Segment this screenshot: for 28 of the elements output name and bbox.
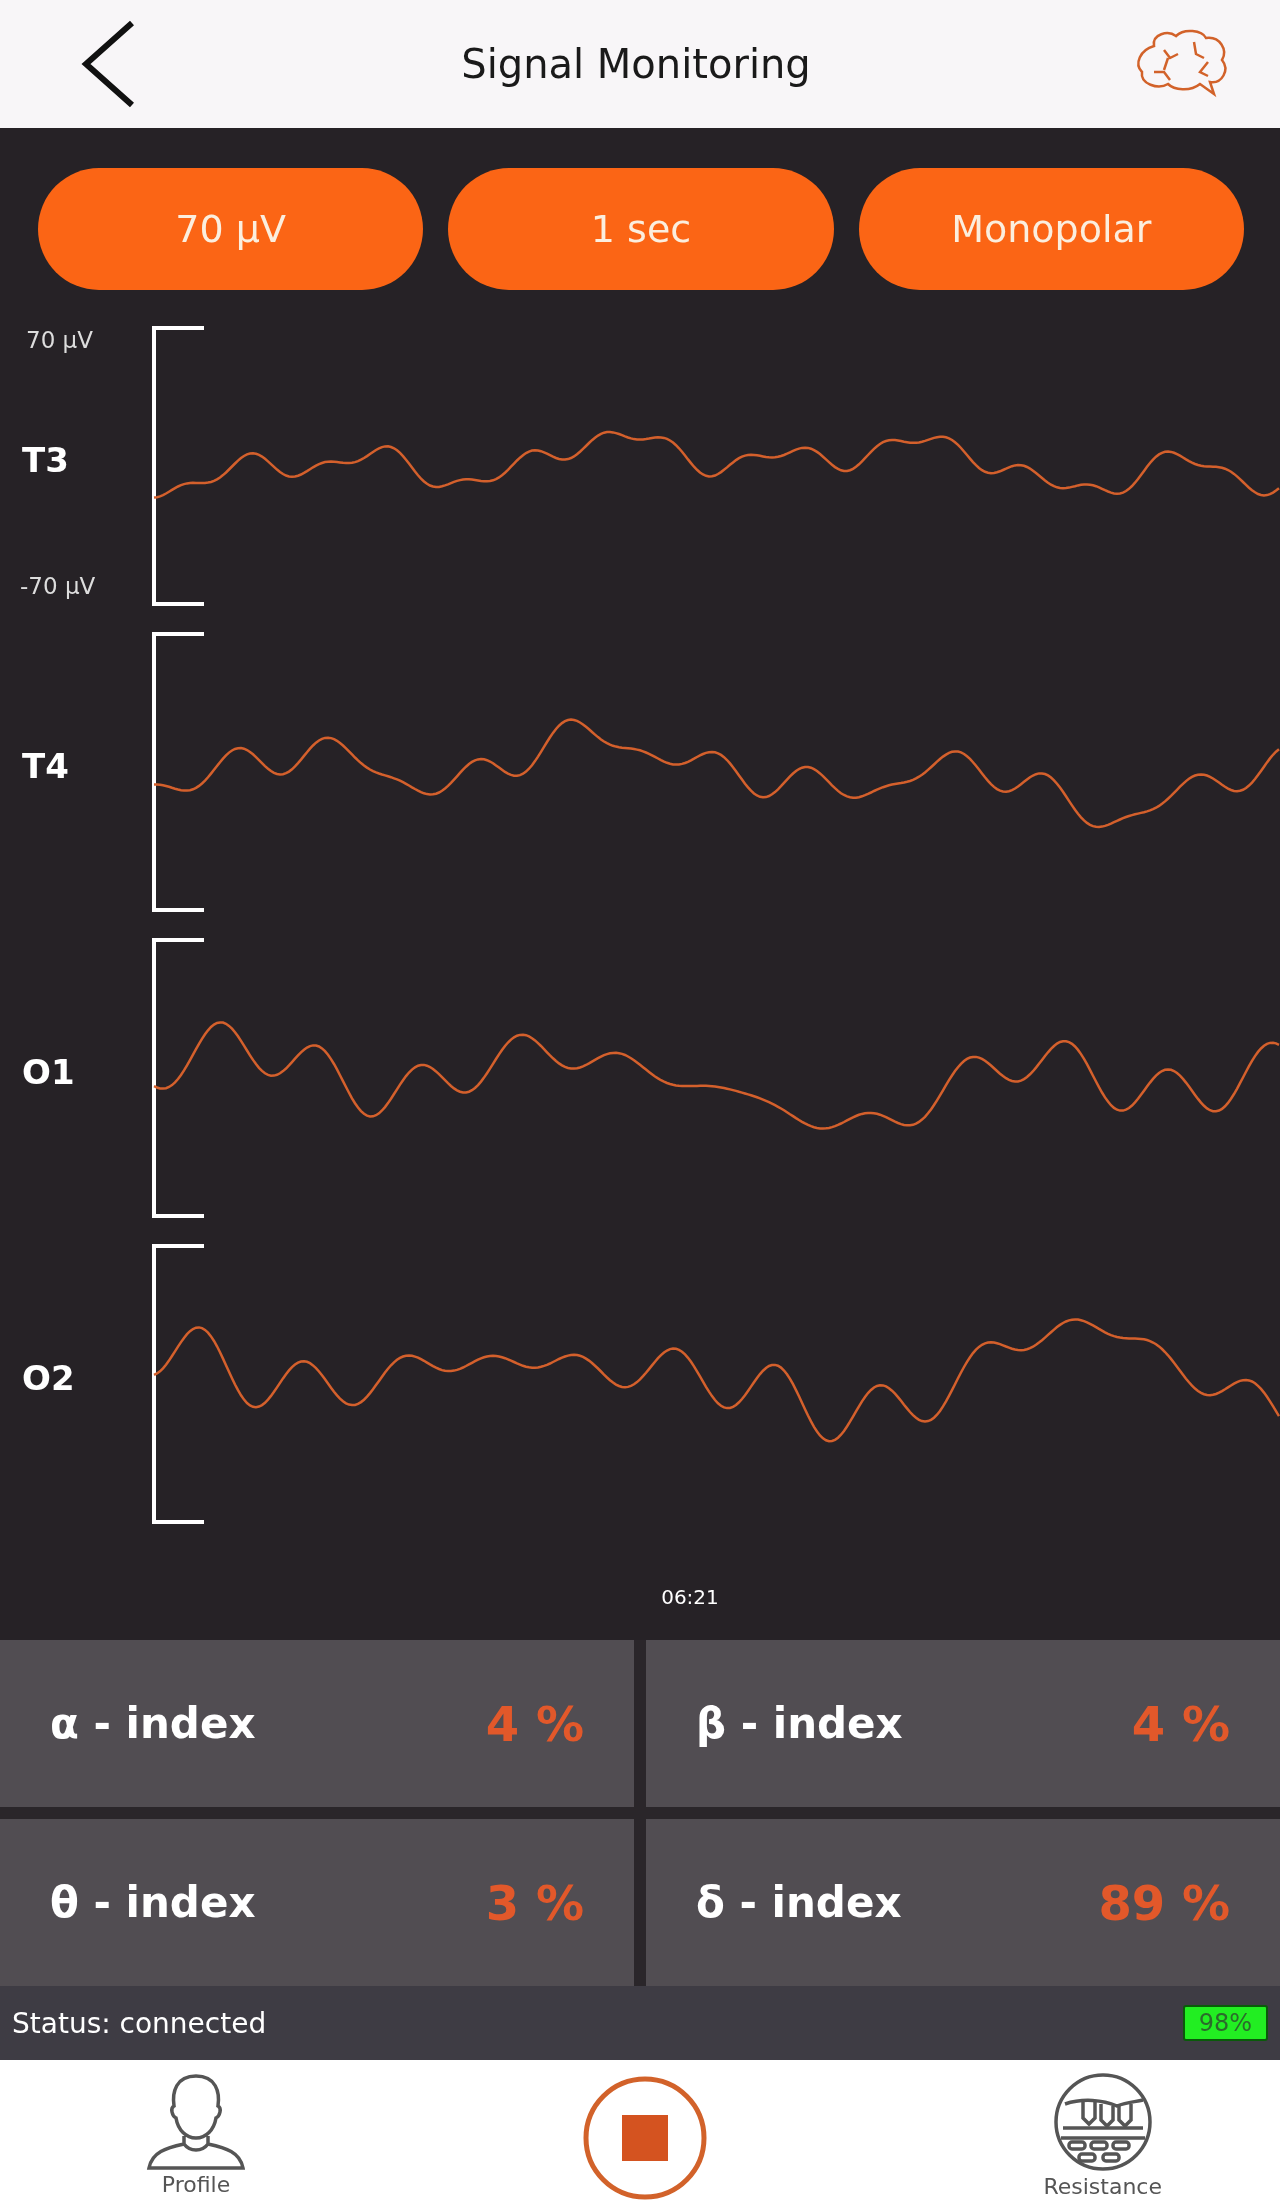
setting-button[interactable]: Monopolar: [858, 168, 1244, 290]
channel-label: T4: [22, 746, 69, 786]
channel-label: T3: [22, 440, 69, 480]
channel-label: O1: [22, 1052, 75, 1092]
setting-button[interactable]: 70 µV: [38, 168, 424, 290]
status-text: Status: connected: [12, 2006, 267, 2040]
index-value: 3 %: [485, 1874, 584, 1931]
index-value: 4 %: [1131, 1695, 1230, 1752]
scale-label: -70 µV: [20, 573, 96, 599]
profile-tab[interactable]: Profile: [146, 2060, 246, 2209]
index-label: β - index: [696, 1699, 903, 1748]
brain-icon: [1134, 28, 1230, 100]
index-value: 89 %: [1098, 1874, 1230, 1931]
index-value: 4 %: [485, 1695, 584, 1752]
setting-button[interactable]: 1 sec: [448, 168, 834, 290]
screen-title: Signal Monitoring: [461, 41, 811, 87]
channel-label: O2: [22, 1358, 75, 1398]
stop-icon: [581, 2075, 708, 2201]
time-label: 06:21: [661, 1585, 719, 1609]
index-label: δ - index: [696, 1878, 902, 1927]
index-label: θ - index: [50, 1878, 256, 1927]
battery-indicator: 98%: [1182, 2005, 1268, 2041]
electrode-icon: [1052, 2072, 1153, 2172]
resistance-tab[interactable]: Resistance: [1043, 2060, 1162, 2209]
brain-button[interactable]: [1134, 28, 1230, 100]
index-label: α - index: [50, 1699, 256, 1748]
scale-label: 70 µV: [26, 327, 93, 353]
person-icon: [146, 2072, 246, 2170]
